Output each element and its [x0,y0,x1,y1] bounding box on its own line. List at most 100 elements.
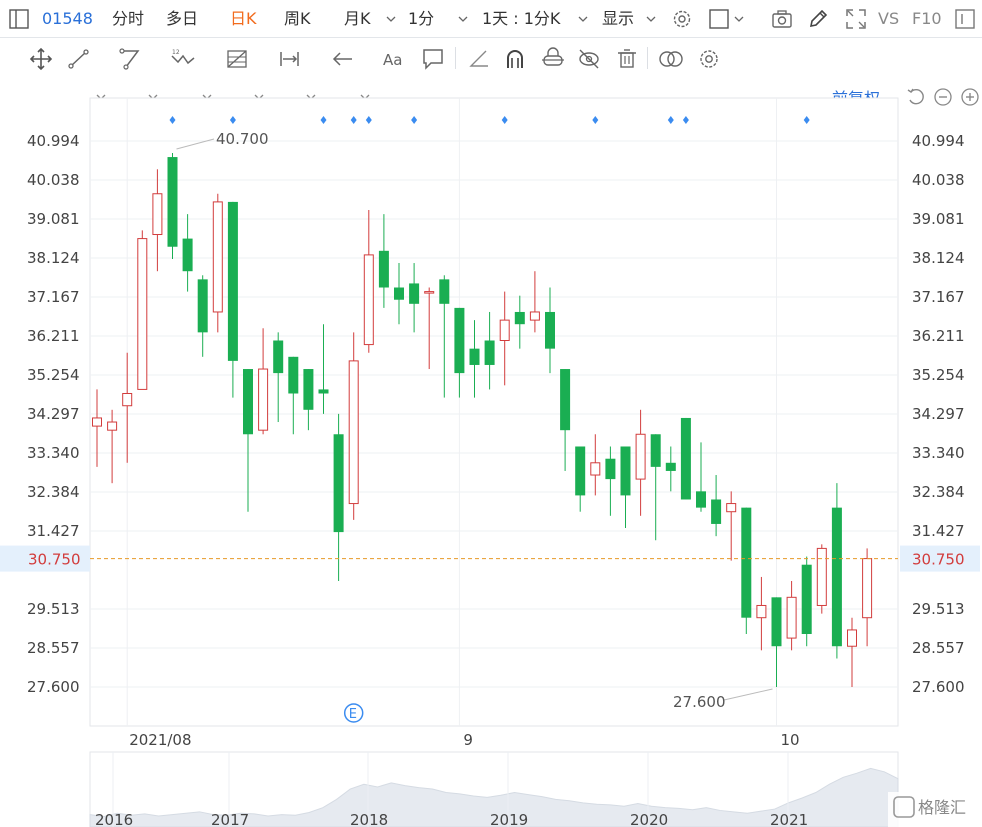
y-tick-left: 35.254 [27,366,80,384]
drawing-toolbar: 12 Aa [0,38,982,100]
y-tick-right: 27.600 [912,678,965,696]
y-tick-right: 29.513 [912,600,965,618]
move-icon[interactable] [28,46,54,72]
y-tick-right: 31.427 [912,522,965,540]
x-tick-label: 2021/08 [129,731,191,748]
y-tick-right: 33.340 [912,444,965,462]
candle-body-up [786,596,797,639]
candle-body-down [409,283,420,304]
compare-button[interactable]: VS [878,0,899,38]
candle-body-down [484,340,495,365]
candle-body-down [741,507,752,618]
low-label: 27.600 [673,693,726,711]
candle-body-down [227,201,238,361]
candlestick-chart[interactable]: 40.994 40.994 40.038 40.038 39.081 39.081 38.1… [0,78,982,748]
arrow-tool-icon[interactable] [330,46,356,72]
comment-icon[interactable] [420,46,446,72]
channel-tool-icon[interactable] [118,46,144,72]
candle-body-down [620,446,631,496]
fullscreen-icon[interactable] [845,8,867,30]
candle-body-down [318,389,329,394]
candle-body-up [816,547,827,606]
candle-body-up [590,462,601,476]
chevron-down-icon[interactable] [734,14,744,24]
candle-body-down [243,369,253,435]
time-navigator[interactable]: 2016 2017 2018 2019 2020 2021 格隆汇 [0,748,982,827]
candle-body-down [696,491,706,508]
multi-period-select[interactable]: 1天 : 1分K [482,0,560,38]
y-tick-left: 39.081 [27,210,80,228]
panel-icon[interactable] [954,8,976,30]
y-tick-right: 39.081 [912,210,965,228]
tab-daily-k[interactable]: 日K [230,0,257,38]
y-tick-right: 36.211 [912,327,965,345]
candle-body-up [756,604,767,619]
high-label: 40.700 [216,130,269,148]
f10-button[interactable]: F10 [912,0,942,38]
earnings-marker-label: E [349,707,357,722]
chevron-down-icon[interactable] [646,14,656,24]
lock-drawing-icon[interactable] [540,46,566,72]
tab-weekly-k[interactable]: 周K [284,0,311,38]
fibonacci-tool-icon[interactable] [224,46,250,72]
candle-body-down [831,507,842,647]
candle-body-down [288,356,299,394]
square-color-icon[interactable] [708,8,730,30]
candle-body-up [152,193,163,236]
chevron-down-icon[interactable] [386,14,396,24]
y-tick-left: 31.427 [27,522,80,540]
gear-icon[interactable] [671,8,693,30]
candle-body-down [665,462,676,471]
candle-body-up [862,558,873,619]
y-tick-right: 32.384 [912,483,965,501]
interval-select[interactable]: 1分 [408,0,434,38]
chevron-down-icon[interactable] [458,14,468,24]
tab-intraday[interactable]: 分时 [112,0,144,38]
angle-tool-icon[interactable] [466,46,492,72]
stock-code[interactable]: 01548 [42,0,93,38]
chevron-down-icon[interactable] [578,14,588,24]
sidebar-toggle-icon[interactable] [8,8,30,30]
text-tool-icon[interactable]: Aa [382,46,408,72]
tab-multi-day[interactable]: 多日 [166,0,198,38]
y-tick-left: 34.297 [27,405,80,423]
candle-body-up [363,254,374,346]
y-tick-right: 38.124 [912,249,965,267]
candle-body-down [454,307,465,374]
trash-icon[interactable] [614,46,640,72]
candle-body-up [499,319,510,342]
current-price-label-right: 30.750 [912,551,965,569]
toolbar-divider [647,47,648,69]
y-tick-right: 34.297 [912,405,965,423]
candle-body-up [212,201,223,313]
candle-body-down [182,238,193,272]
candle-body-up [107,421,118,431]
wave-tool-icon[interactable]: 12 [170,46,196,72]
candle-body-down [575,446,586,496]
candle-body-down [333,434,344,533]
y-tick-left: 32.384 [27,483,80,501]
svg-text:12: 12 [172,49,180,56]
y-tick-right: 37.167 [912,288,965,306]
settings-gear-icon[interactable] [696,46,722,72]
y-tick-left: 40.994 [27,132,80,150]
candle-body-up [529,311,540,321]
pencil-icon[interactable] [807,8,829,30]
camera-icon[interactable] [771,8,793,30]
current-price-label-left: 30.750 [28,551,81,569]
candle-body-down [378,250,389,288]
logo-text: 格隆汇 [918,798,966,817]
navigator-year-label: 2019 [490,811,528,827]
candle-body-down [650,434,661,467]
candle-body-up [122,392,133,407]
navigator-year-label: 2018 [350,811,388,827]
line-tool-icon[interactable] [66,46,92,72]
tab-monthly-k[interactable]: 月K [344,0,371,38]
magnet-icon[interactable] [502,46,528,72]
display-menu[interactable]: 显示 [602,0,634,38]
overlay-icon[interactable] [658,46,684,72]
candle-body-down [469,348,480,365]
measure-tool-icon[interactable] [278,46,304,72]
candle-body-down [560,369,571,431]
hide-drawing-icon[interactable] [576,46,602,72]
